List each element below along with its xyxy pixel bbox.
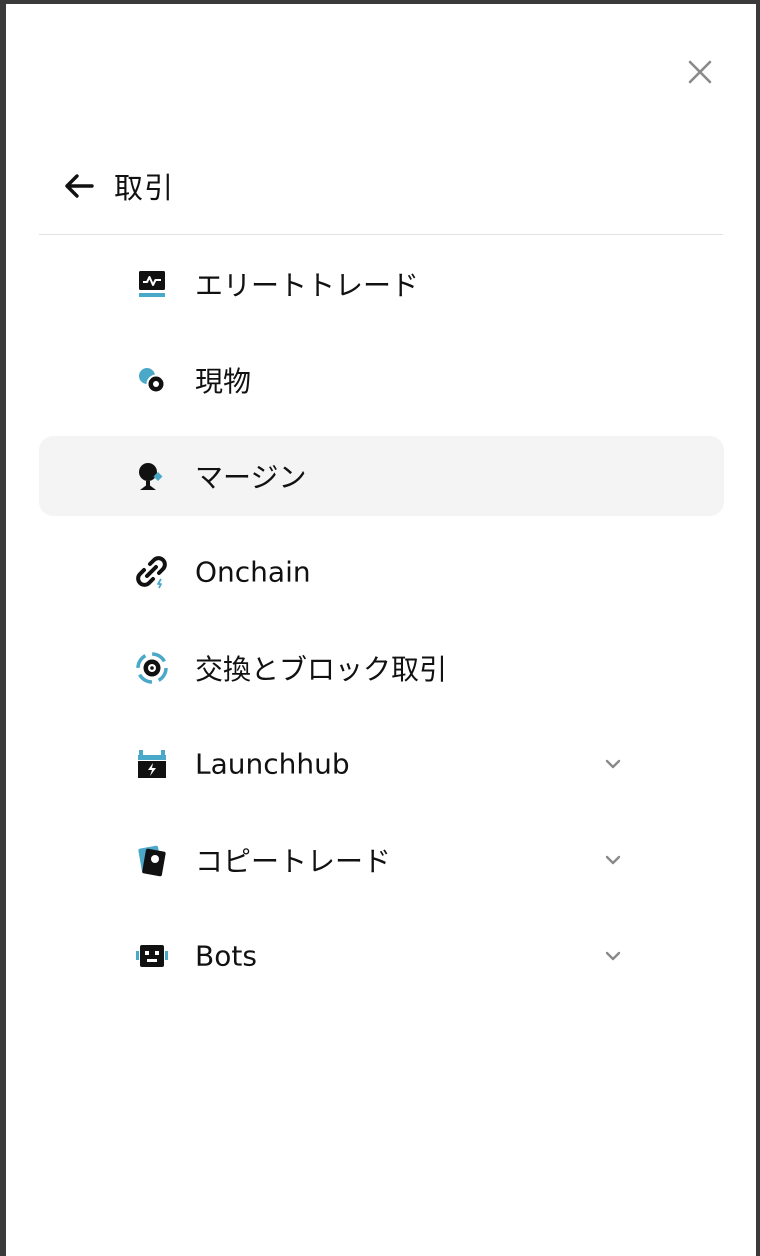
menu-item-bots[interactable]: Bots [39, 916, 724, 996]
menu-panel: 取引 エリートトレード 現物 マージン Onchain 交換とブロック取引 La… [6, 4, 756, 1256]
divider [39, 234, 723, 235]
back-arrow-icon[interactable] [62, 169, 96, 203]
trade-menu: エリートトレード 現物 マージン Onchain 交換とブロック取引 Launc… [39, 244, 724, 1012]
chart-monitor-icon [139, 271, 165, 297]
page-title: 取引 [114, 171, 175, 205]
menu-item-label: Bots [195, 939, 257, 973]
calendar-bolt-icon [138, 750, 166, 778]
menu-item-margin[interactable]: マージン [39, 436, 724, 516]
back-header[interactable]: 取引 [62, 164, 174, 208]
chevron-down-icon[interactable] [603, 946, 623, 966]
target-swap-icon [136, 652, 168, 684]
chevron-down-icon[interactable] [603, 754, 623, 774]
robot-icon [136, 945, 168, 967]
menu-item-swap-block-trade[interactable]: 交換とブロック取引 [39, 628, 724, 708]
copy-cards-icon [138, 845, 166, 877]
menu-item-launchhub[interactable]: Launchhub [39, 724, 724, 804]
coins-icon [139, 368, 166, 394]
menu-item-label: エリートトレード [195, 269, 420, 302]
menu-item-spot[interactable]: 現物 [39, 340, 724, 420]
menu-item-copy-trade[interactable]: コピートレード [39, 820, 724, 900]
menu-item-label: 現物 [195, 365, 252, 398]
chevron-down-icon[interactable] [603, 850, 623, 870]
menu-item-label: コピートレード [195, 845, 392, 878]
margin-icon [139, 463, 163, 490]
chain-link-icon [136, 556, 167, 589]
close-icon[interactable] [686, 58, 714, 86]
menu-item-label: Launchhub [195, 747, 350, 781]
menu-item-elite-trade[interactable]: エリートトレード [39, 244, 724, 324]
menu-item-label: マージン [195, 461, 307, 494]
menu-item-onchain[interactable]: Onchain [39, 532, 724, 612]
menu-item-label: 交換とブロック取引 [195, 653, 448, 686]
menu-item-label: Onchain [195, 555, 311, 589]
